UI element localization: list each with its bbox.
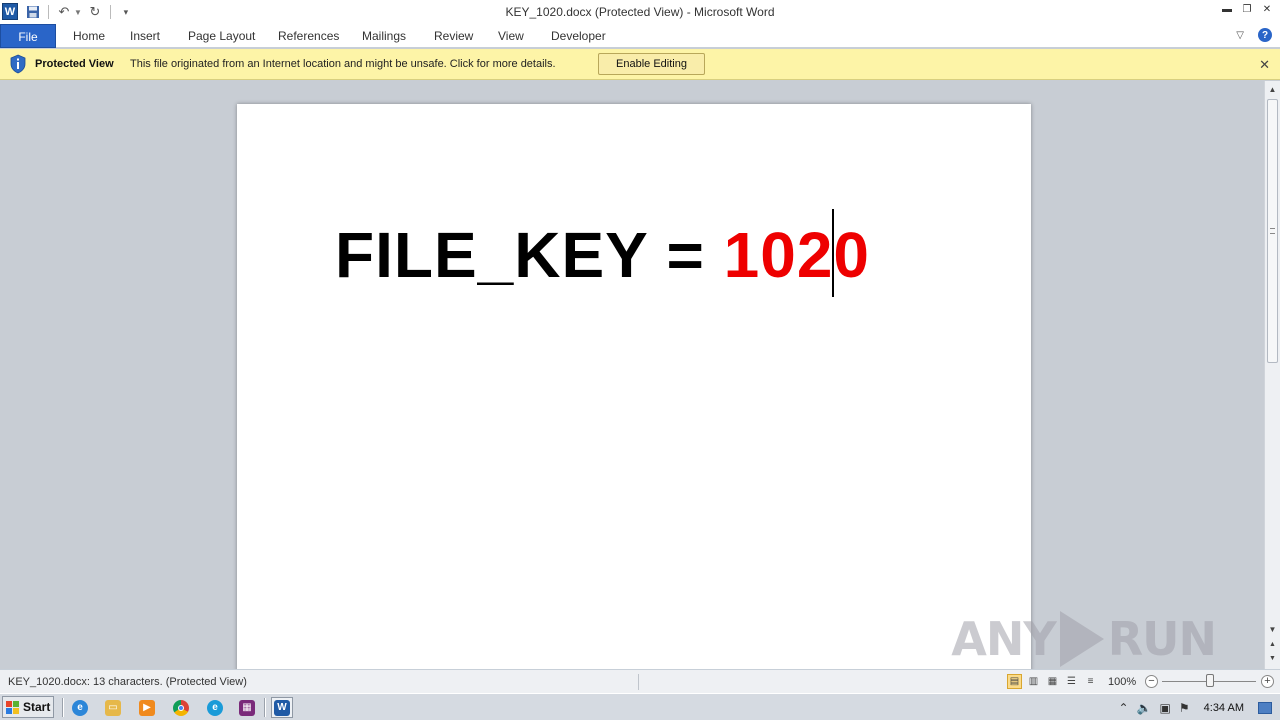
action-center-flag-icon[interactable]: ⚑	[1179, 701, 1190, 715]
tab-insert[interactable]: Insert	[130, 24, 160, 48]
word-taskbar-icon[interactable]: W	[271, 697, 293, 718]
play-icon	[1059, 611, 1104, 667]
zoom-level[interactable]: 100%	[1108, 676, 1136, 688]
full-screen-reading-icon[interactable]: ▥	[1026, 674, 1041, 689]
zoom-out-icon[interactable]: −	[1145, 675, 1158, 688]
restore-icon[interactable]: ❐	[1240, 2, 1254, 16]
window-controls: ▬ ❐ ✕	[1220, 2, 1274, 16]
start-label: Start	[23, 700, 51, 714]
document-page[interactable]: FILE_KEY = 1020	[237, 104, 1031, 669]
shield-info-icon	[10, 54, 26, 74]
zoom-in-icon[interactable]: +	[1261, 675, 1274, 688]
network-icon[interactable]: ▣	[1160, 701, 1171, 715]
taskbar-separator	[62, 698, 64, 717]
file-explorer-icon[interactable]: ▭	[102, 697, 124, 718]
status-divider	[638, 674, 639, 690]
tab-home[interactable]: Home	[73, 24, 105, 48]
print-layout-icon[interactable]: ▤	[1007, 674, 1022, 689]
scroll-up-icon[interactable]: ▲	[1265, 83, 1280, 97]
view-buttons: ▤ ▥ ▦ ☰ ≡	[1007, 674, 1098, 689]
protected-view-title: Protected View	[35, 58, 114, 70]
show-desktop-icon[interactable]	[1258, 701, 1272, 714]
tab-view[interactable]: View	[498, 24, 524, 48]
taskbar: Start e ▭ ▶ e ▦ W ⌃ 🔈 ▣ ⚑ 4:34 AM	[0, 693, 1280, 720]
windows-logo-icon	[6, 700, 19, 714]
scroll-down-icon[interactable]: ▼	[1265, 623, 1280, 637]
taskbar-separator	[264, 698, 266, 717]
tab-file[interactable]: File	[0, 24, 56, 48]
tab-developer[interactable]: Developer	[551, 24, 606, 48]
vertical-scrollbar[interactable]: ▲ ▼ ▲ ▼	[1264, 81, 1280, 669]
clock[interactable]: 4:34 AM	[1204, 702, 1244, 714]
watermark-text: RUN	[1107, 612, 1217, 666]
tab-mailings[interactable]: Mailings	[362, 24, 406, 48]
document-canvas[interactable]: FILE_KEY = 1020 ANY RUN	[0, 81, 1264, 669]
title-bar: W ↶ ▼ ↻ ▾ KEY_1020.docx (Protected View)…	[0, 0, 1280, 24]
previous-page-icon[interactable]: ▲	[1267, 639, 1278, 651]
protected-view-message[interactable]: This file originated from an Internet lo…	[130, 58, 556, 70]
tab-review[interactable]: Review	[434, 24, 473, 48]
file-key-label: FILE_KEY =	[335, 219, 724, 291]
edge-icon[interactable]: e	[204, 697, 226, 718]
internet-explorer-icon[interactable]: e	[69, 697, 91, 718]
start-button[interactable]: Start	[2, 696, 54, 718]
draft-icon[interactable]: ≡	[1083, 674, 1098, 689]
show-hidden-icons-icon[interactable]: ⌃	[1119, 701, 1129, 715]
winrar-icon[interactable]: ▦	[236, 697, 258, 718]
volume-icon[interactable]: 🔈	[1137, 701, 1152, 715]
close-message-bar-icon[interactable]: ✕	[1259, 57, 1270, 73]
file-key-value-part: 102	[723, 219, 834, 291]
watermark-text: ANY	[951, 612, 1056, 666]
close-icon[interactable]: ✕	[1260, 2, 1274, 16]
grip-icon	[1270, 228, 1275, 234]
ribbon-tab-bar: File Home Insert Page Layout References …	[0, 24, 1280, 48]
outline-icon[interactable]: ☰	[1064, 674, 1079, 689]
tab-references[interactable]: References	[278, 24, 339, 48]
web-layout-icon[interactable]: ▦	[1045, 674, 1060, 689]
zoom-slider-thumb[interactable]	[1206, 674, 1214, 687]
minimize-icon[interactable]: ▬	[1220, 2, 1234, 16]
file-key-value-part: 0	[833, 219, 870, 291]
tab-page-layout[interactable]: Page Layout	[188, 24, 255, 48]
status-bar: KEY_1020.docx: 13 characters. (Protected…	[0, 669, 1280, 693]
ribbon-right-controls: ▽ ?	[1236, 28, 1272, 42]
window-title: KEY_1020.docx (Protected View) - Microso…	[505, 5, 775, 19]
media-player-icon[interactable]: ▶	[136, 697, 158, 718]
protected-view-bar: Protected View This file originated from…	[0, 49, 1280, 80]
scroll-thumb[interactable]	[1267, 99, 1278, 363]
system-tray: ⌃ 🔈 ▣ ⚑ 4:34 AM	[1119, 694, 1280, 720]
next-page-icon[interactable]: ▼	[1267, 653, 1278, 665]
status-text[interactable]: KEY_1020.docx: 13 characters. (Protected…	[8, 676, 247, 688]
ribbon-collapse-icon[interactable]: ▽	[1236, 30, 1244, 41]
help-icon[interactable]: ?	[1258, 28, 1272, 42]
document-text[interactable]: FILE_KEY = 1020	[335, 209, 870, 297]
chrome-icon[interactable]	[170, 697, 192, 718]
enable-editing-button[interactable]: Enable Editing	[598, 53, 705, 75]
anyrun-watermark: ANY RUN	[951, 611, 1217, 667]
